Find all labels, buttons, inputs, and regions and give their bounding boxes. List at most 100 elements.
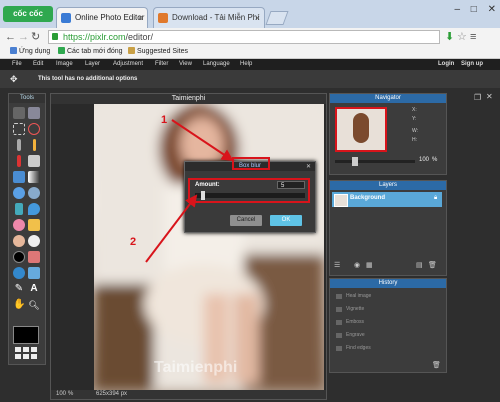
gradient-tool-icon[interactable] <box>28 171 40 183</box>
brush-tool-icon[interactable] <box>17 155 21 167</box>
color-swatch[interactable] <box>13 326 39 344</box>
url-input[interactable]: https://pixlr.com/editor/ <box>48 30 440 44</box>
ok-button[interactable]: OK <box>270 215 302 226</box>
forward-arrow-icon[interactable]: → <box>18 30 29 44</box>
login-link[interactable]: Login <box>438 59 454 70</box>
layer-mask-icon[interactable]: ◉ <box>354 261 360 269</box>
tab-download[interactable]: Download - Tải Miễn Phí × <box>153 7 265 28</box>
history-item[interactable]: Emboss <box>334 317 440 328</box>
new-layer-icon[interactable]: ▤ <box>416 261 423 269</box>
download-icon[interactable]: ⬇ <box>445 30 454 44</box>
sharpen-tool-icon[interactable] <box>13 219 25 231</box>
menu-image[interactable]: Image <box>56 59 73 70</box>
drawing-tool-icon[interactable] <box>15 203 23 215</box>
menu-adjustment[interactable]: Adjustment <box>113 59 143 70</box>
reload-icon[interactable]: ↻ <box>31 30 40 44</box>
smudge-tool-icon[interactable] <box>28 219 40 231</box>
tab-close-icon[interactable]: × <box>138 8 143 28</box>
nav-x-label: X: <box>412 107 417 113</box>
wand-tool-icon[interactable] <box>17 139 21 151</box>
download-favicon-icon <box>158 13 168 23</box>
layer-name: Background <box>350 195 386 201</box>
close-window-button[interactable]: ✕ <box>488 4 496 15</box>
history-delete-icon[interactable]: 🗑︎ <box>432 361 441 369</box>
bloat-tool-icon[interactable] <box>28 267 40 279</box>
back-arrow-icon[interactable]: ← <box>5 30 16 44</box>
navigator-thumbnail[interactable] <box>335 107 387 152</box>
nav-zoom-value[interactable]: 100 <box>419 157 429 163</box>
bookmark-apps[interactable]: Ứng dụng <box>10 46 50 58</box>
maximize-icon[interactable]: ❐ <box>474 93 481 102</box>
layer-style-icon[interactable]: ▦ <box>366 261 373 269</box>
menu-language[interactable]: Language <box>203 59 230 70</box>
browser-tab-bar: cốc cốc Online Photo Editor | Pixlr × Do… <box>0 0 500 28</box>
bookmark-suggested-sites[interactable]: Suggested Sites <box>128 46 188 58</box>
zoom-slider-handle[interactable] <box>352 157 358 166</box>
menu-help[interactable]: Help <box>240 59 252 70</box>
menu-icon[interactable]: ≡ <box>470 30 476 44</box>
new-tab-button[interactable] <box>265 11 289 25</box>
thumb-figure <box>353 113 369 143</box>
blur-tool-icon[interactable] <box>28 203 40 215</box>
history-item-icon <box>336 307 342 312</box>
history-item[interactable]: Heal image <box>334 291 440 302</box>
photo-canvas[interactable]: Taimienphi <box>94 104 324 390</box>
color-replace-tool-icon[interactable] <box>28 187 40 199</box>
layer-settings-icon[interactable]: ☰ <box>334 261 340 269</box>
history-item[interactable]: Engrave <box>334 330 440 341</box>
history-item-label: Find edges <box>346 345 371 351</box>
bucket-tool-icon[interactable] <box>13 171 25 183</box>
red-eye-tool-icon[interactable] <box>28 251 40 263</box>
close-canvas-icon[interactable]: ✕ <box>486 92 493 101</box>
grid-icon[interactable] <box>15 347 37 359</box>
status-zoom: 100 <box>56 391 67 397</box>
delete-layer-icon[interactable]: 🗑︎ <box>428 261 437 269</box>
eraser-tool-icon[interactable] <box>28 155 40 167</box>
marquee-tool-icon[interactable] <box>13 123 25 135</box>
menu-layer[interactable]: Layer <box>85 59 100 70</box>
cancel-button[interactable]: Cancel <box>230 215 262 226</box>
pixlr-menu-bar: File Edit Image Layer Adjustment Filter … <box>0 59 500 70</box>
zoom-slider-track[interactable] <box>335 160 415 163</box>
type-tool-icon[interactable]: A <box>28 283 40 295</box>
watermark: Taimienphi <box>154 359 238 376</box>
tool-options-bar: ✥ This tool has no additional options <box>0 70 500 88</box>
color-picker-tool-icon[interactable]: ✎ <box>13 283 25 295</box>
dialog-close-icon[interactable]: ✕ <box>306 163 311 170</box>
bookmark-recent-tabs[interactable]: Các tab mới đóng <box>58 46 123 58</box>
minimize-button[interactable]: – <box>454 4 460 15</box>
annotation-number-2: 2 <box>130 236 137 248</box>
crop-tool-icon[interactable] <box>13 107 25 119</box>
menu-view[interactable]: View <box>179 59 192 70</box>
menu-filter[interactable]: Filter <box>155 59 168 70</box>
history-item-icon <box>336 294 342 299</box>
signup-link[interactable]: Sign up <box>461 59 483 70</box>
tab-close-icon[interactable]: × <box>255 8 260 28</box>
bookmark-star-icon[interactable]: ☆ <box>457 30 467 44</box>
address-bar-row: ← → ↻ https://pixlr.com/editor/ ⬇ ☆ ≡ <box>0 28 500 46</box>
zoom-tool-icon[interactable]: 🔍︎ <box>28 299 40 311</box>
move-tool-icon[interactable] <box>28 107 40 119</box>
history-title: History <box>330 279 446 288</box>
stamp-tool-icon[interactable] <box>13 187 25 199</box>
nav-h-label: H: <box>412 137 417 143</box>
sponge-tool-icon[interactable] <box>13 235 25 247</box>
menu-edit[interactable]: Edit <box>33 59 43 70</box>
lasso-tool-icon[interactable] <box>28 123 40 135</box>
burn-tool-icon[interactable] <box>13 251 25 263</box>
move-tool-icon: ✥ <box>10 74 18 84</box>
pencil-tool-icon[interactable] <box>33 139 36 151</box>
history-item[interactable]: Vignette <box>334 304 440 315</box>
dodge-tool-icon[interactable] <box>28 235 40 247</box>
coccoc-logo[interactable]: cốc cốc <box>3 6 53 22</box>
tools-title: Tools <box>9 94 45 103</box>
layer-row-background[interactable]: Background 🔒︎ <box>332 192 442 207</box>
menu-file[interactable]: File <box>12 59 22 70</box>
annotation-box-title <box>232 157 270 170</box>
pixlr-favicon-icon <box>61 13 71 23</box>
spot-heal-tool-icon[interactable] <box>13 267 25 279</box>
history-item[interactable]: Find edges <box>334 343 440 354</box>
maximize-button[interactable]: □ <box>471 4 477 15</box>
tab-pixlr[interactable]: Online Photo Editor | Pixlr × <box>56 7 148 28</box>
hand-tool-icon[interactable]: ✋ <box>13 299 25 311</box>
